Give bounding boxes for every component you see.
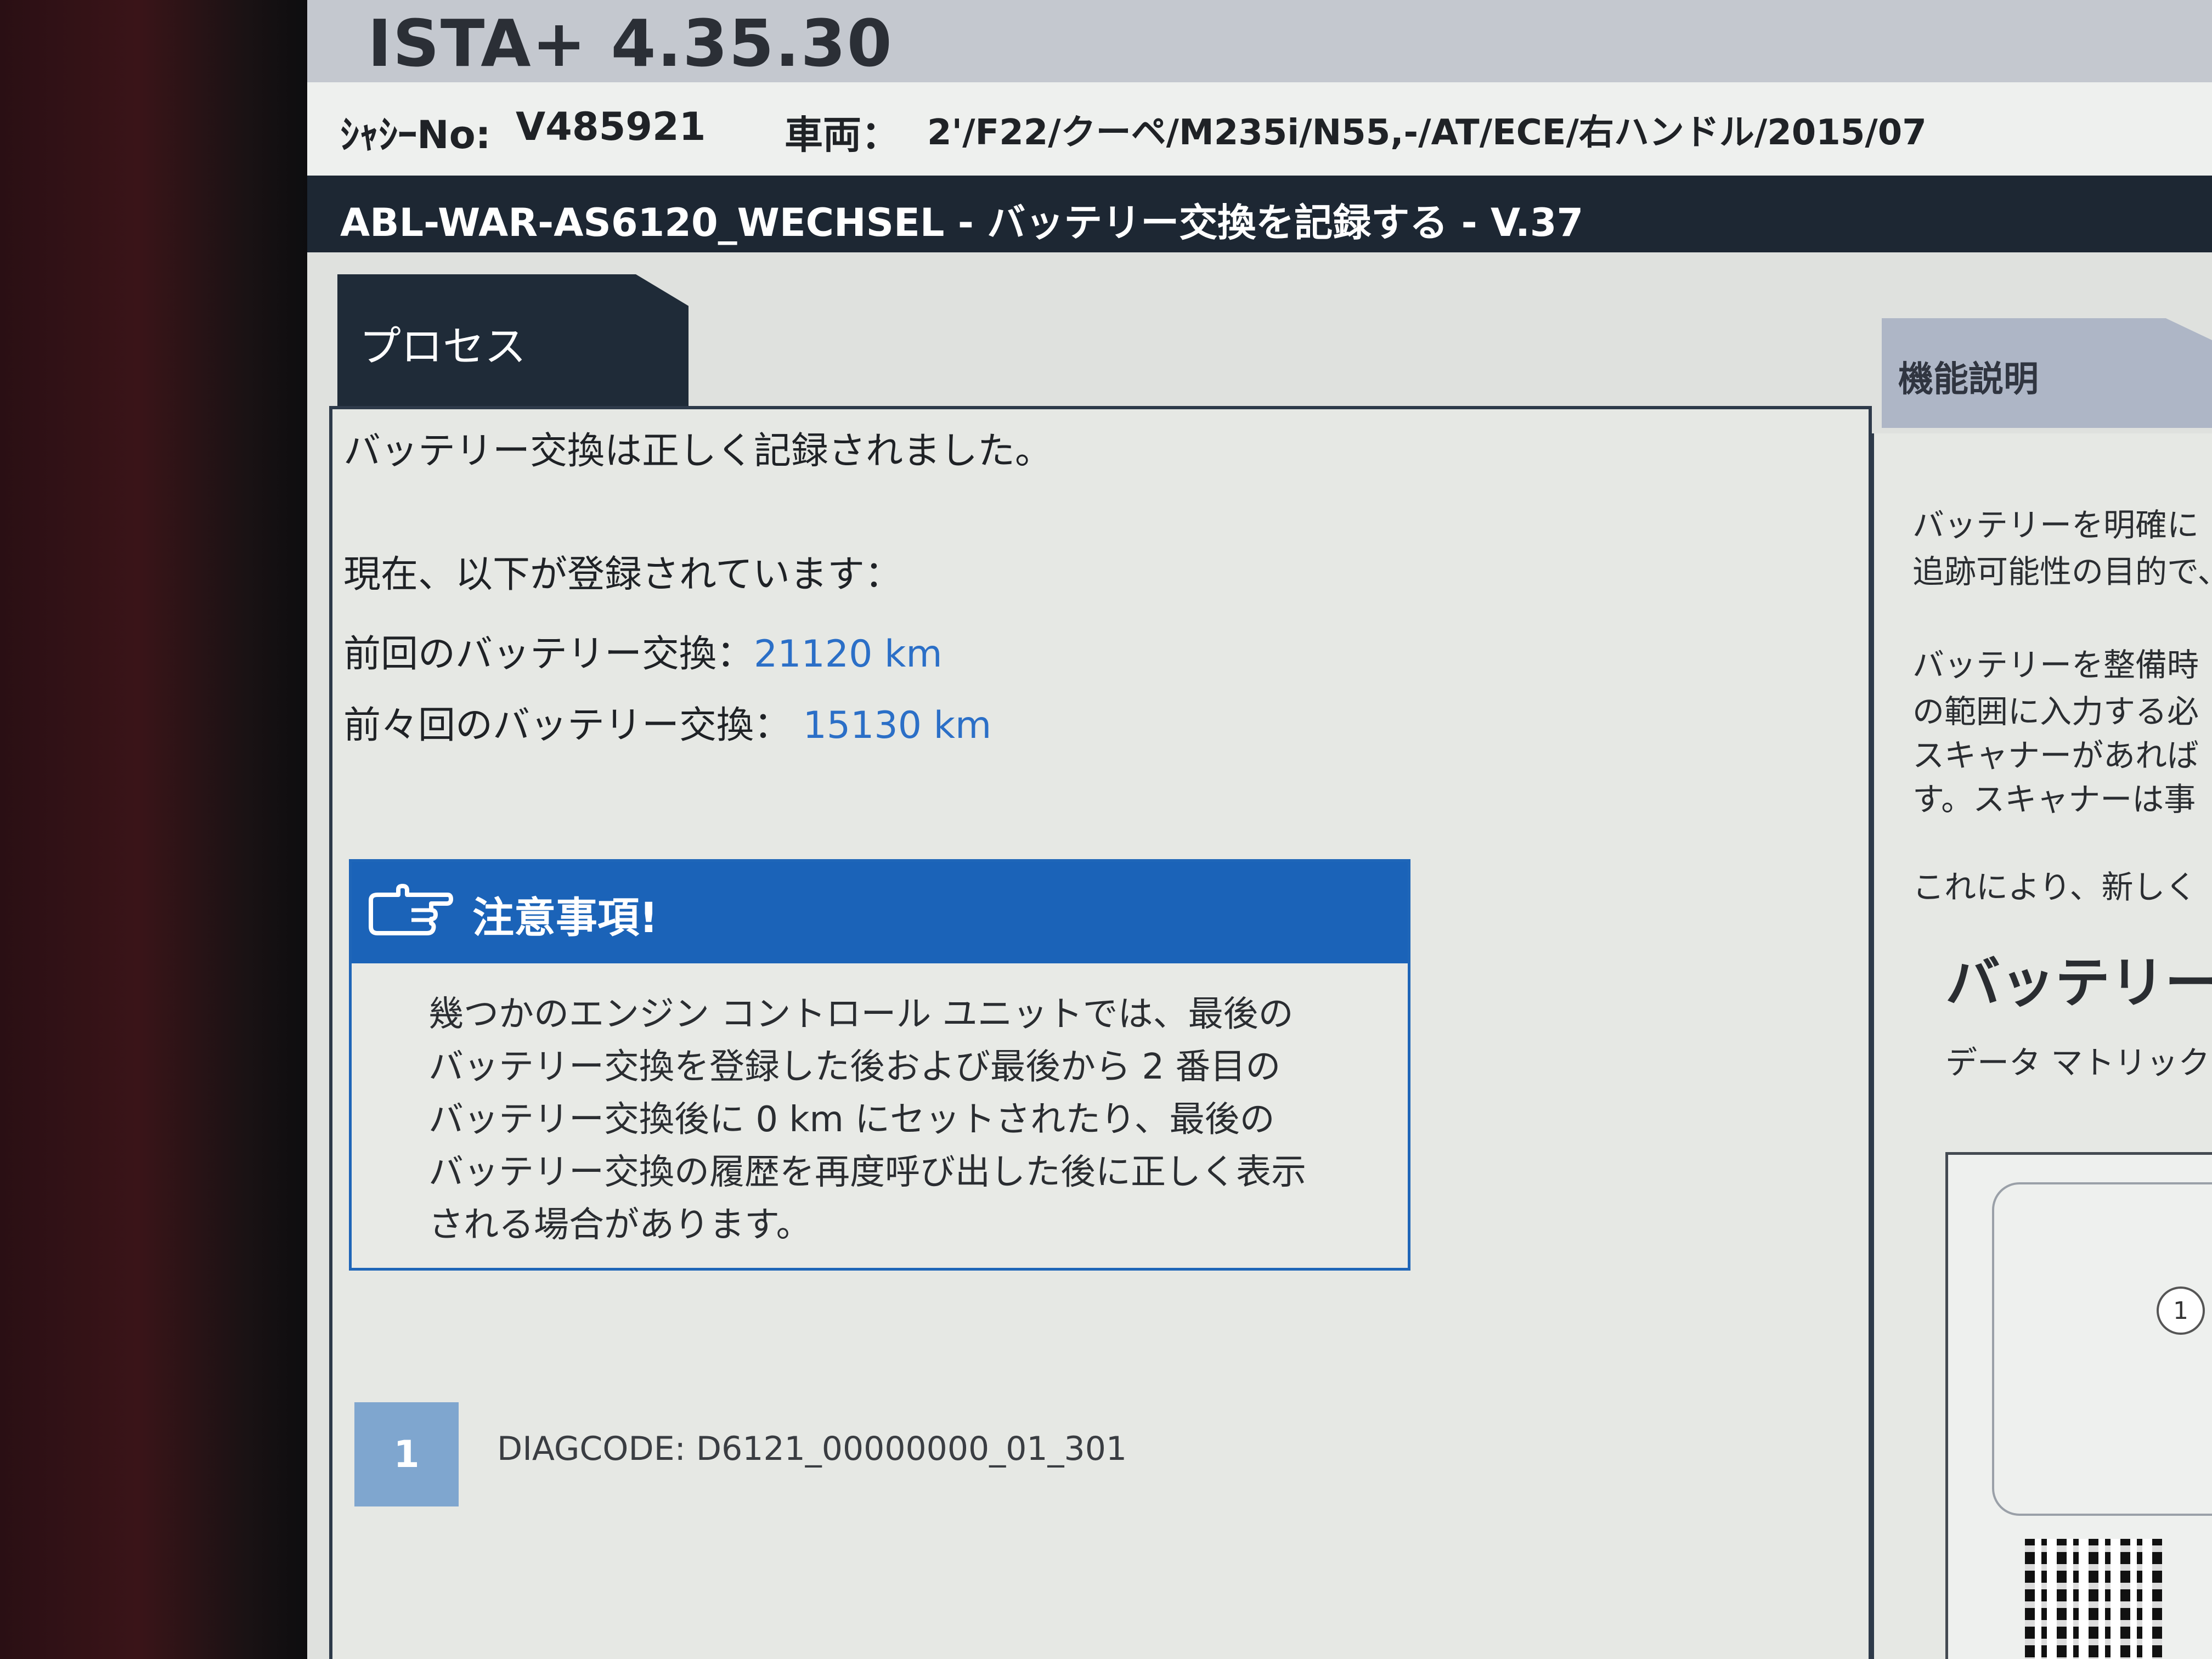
notice-line: 幾つかのエンジン コントロール ユニットでは、最後の — [428, 994, 1294, 1035]
prev-change-label: 前々回のバッテリー交換： — [343, 704, 792, 747]
notice-line: される場合があります。 — [428, 1205, 811, 1245]
notice-line: バッテリー交換後に 0 km にセットされたり、最後の — [428, 1099, 1275, 1140]
side-text-line: バッテリーを整備時 — [1912, 646, 2199, 684]
notice-box: 注意事項! 幾つかのエンジン コントロール ユニットでは、最後の バッテリー交換… — [349, 859, 1410, 1271]
title-bar: ISTA+ 4.35.30 — [307, 0, 2212, 82]
last-change-label: 前回のバッテリー交換： — [343, 633, 754, 676]
callout-marker: 1 — [2157, 1286, 2205, 1335]
function-description-panel[interactable]: バッテリーを明確に 追跡可能性の目的で、 バッテリーを整備時 の範囲に入力する必… — [1871, 433, 2212, 1659]
prev-change-value: 15130 km — [803, 704, 992, 747]
vehicle-label: 車両： — [785, 112, 900, 157]
side-text-line: の範囲に入力する必 — [1912, 693, 2199, 730]
notice-body: 幾つかのエンジン コントロール ユニットでは、最後の バッテリー交換を登録した後… — [428, 988, 1394, 1251]
pointing-hand-icon — [369, 884, 453, 935]
chassis-label: ｼｬｼｰNo: — [340, 112, 491, 157]
vehicle-value: 2'/F22/クーペ/M235i/N55,-/AT/ECE/右ハンドル/2015… — [927, 112, 1927, 153]
battery-label-illustration: 1 — [1945, 1152, 2212, 1659]
datamatrix-code-overlay — [2025, 1539, 2162, 1659]
last-change-value: 21120 km — [754, 633, 943, 676]
side-text-line: これにより、新しく — [1912, 868, 2197, 906]
tab-function-description-label: 機能説明 — [1898, 359, 2039, 400]
main-content-panel: バッテリー交換は正しく記録されました。 現在、以下が登録されています： 前回のバ… — [329, 406, 1872, 1659]
side-subline: データ マトリック — [1945, 1044, 2210, 1081]
app-screen: ISTA+ 4.35.30 ｼｬｼｰNo: V485921 車両： 2'/F22… — [307, 0, 2212, 1659]
notice-line: バッテリー交換の履歴を再度呼び出した後に正しく表示 — [428, 1152, 1306, 1193]
side-text-line: スキャナーがあれば — [1912, 737, 2199, 774]
step-number-badge[interactable]: 1 — [354, 1402, 459, 1506]
diagcode: DIAGCODE: D6121_00000000_01_301 — [497, 1430, 1127, 1468]
prev-change-row: 前々回のバッテリー交換： 15130 km — [343, 695, 991, 749]
notice-header: 注意事項! — [352, 862, 1408, 963]
side-text-line: バッテリーを明確に — [1912, 506, 2199, 544]
success-message: バッテリー交換は正しく記録されました。 — [343, 430, 1053, 473]
app-title: ISTA+ 4.35.30 — [368, 5, 893, 81]
monitor-bezel — [0, 0, 307, 1659]
vehicle-info-bar: ｼｬｼｰNo: V485921 車両： 2'/F22/クーペ/M235i/N55… — [307, 82, 2212, 178]
label-outline — [1992, 1182, 2212, 1516]
side-text-line: 追跡可能性の目的で、 — [1912, 553, 2212, 590]
tab-process-label: プロセス — [359, 322, 526, 371]
notice-title: 注意事項! — [472, 893, 658, 942]
notice-line: バッテリー交換を登録した後および最後から 2 番目の — [428, 1047, 1281, 1087]
process-header: ABL-WAR-AS6120_WECHSEL - バッテリー交換を記録する - … — [307, 176, 2212, 252]
process-title: ABL-WAR-AS6120_WECHSEL - バッテリー交換を記録する - … — [340, 200, 1584, 245]
tab-process[interactable]: プロセス — [337, 274, 689, 406]
tab-function-description[interactable]: 機能説明 — [1882, 318, 2212, 428]
chassis-value: V485921 — [516, 104, 706, 149]
side-heading: バッテリー — [1945, 951, 2212, 1015]
last-change-row: 前回のバッテリー交換：21120 km — [343, 623, 943, 678]
side-text-line: す。スキャナーは事 — [1912, 781, 2196, 818]
registered-intro: 現在、以下が登録されています： — [343, 553, 902, 596]
